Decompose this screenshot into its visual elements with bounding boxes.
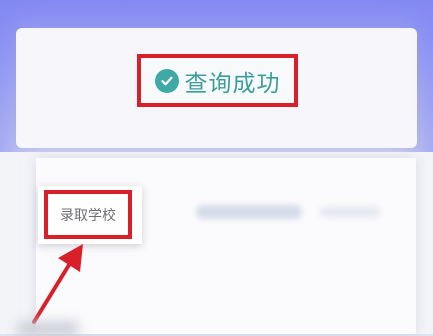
query-success-highlight: 查询成功 <box>137 54 298 107</box>
result-detail-card <box>36 158 416 334</box>
admission-school-label: 录取学校 <box>60 207 116 224</box>
check-circle-icon <box>154 68 179 93</box>
admission-school-value-blurred <box>196 205 302 219</box>
admission-school-value-blurred-tail <box>320 207 380 217</box>
admission-school-highlight: 录取学校 <box>44 190 132 239</box>
query-success-title: 查询成功 <box>184 70 281 97</box>
